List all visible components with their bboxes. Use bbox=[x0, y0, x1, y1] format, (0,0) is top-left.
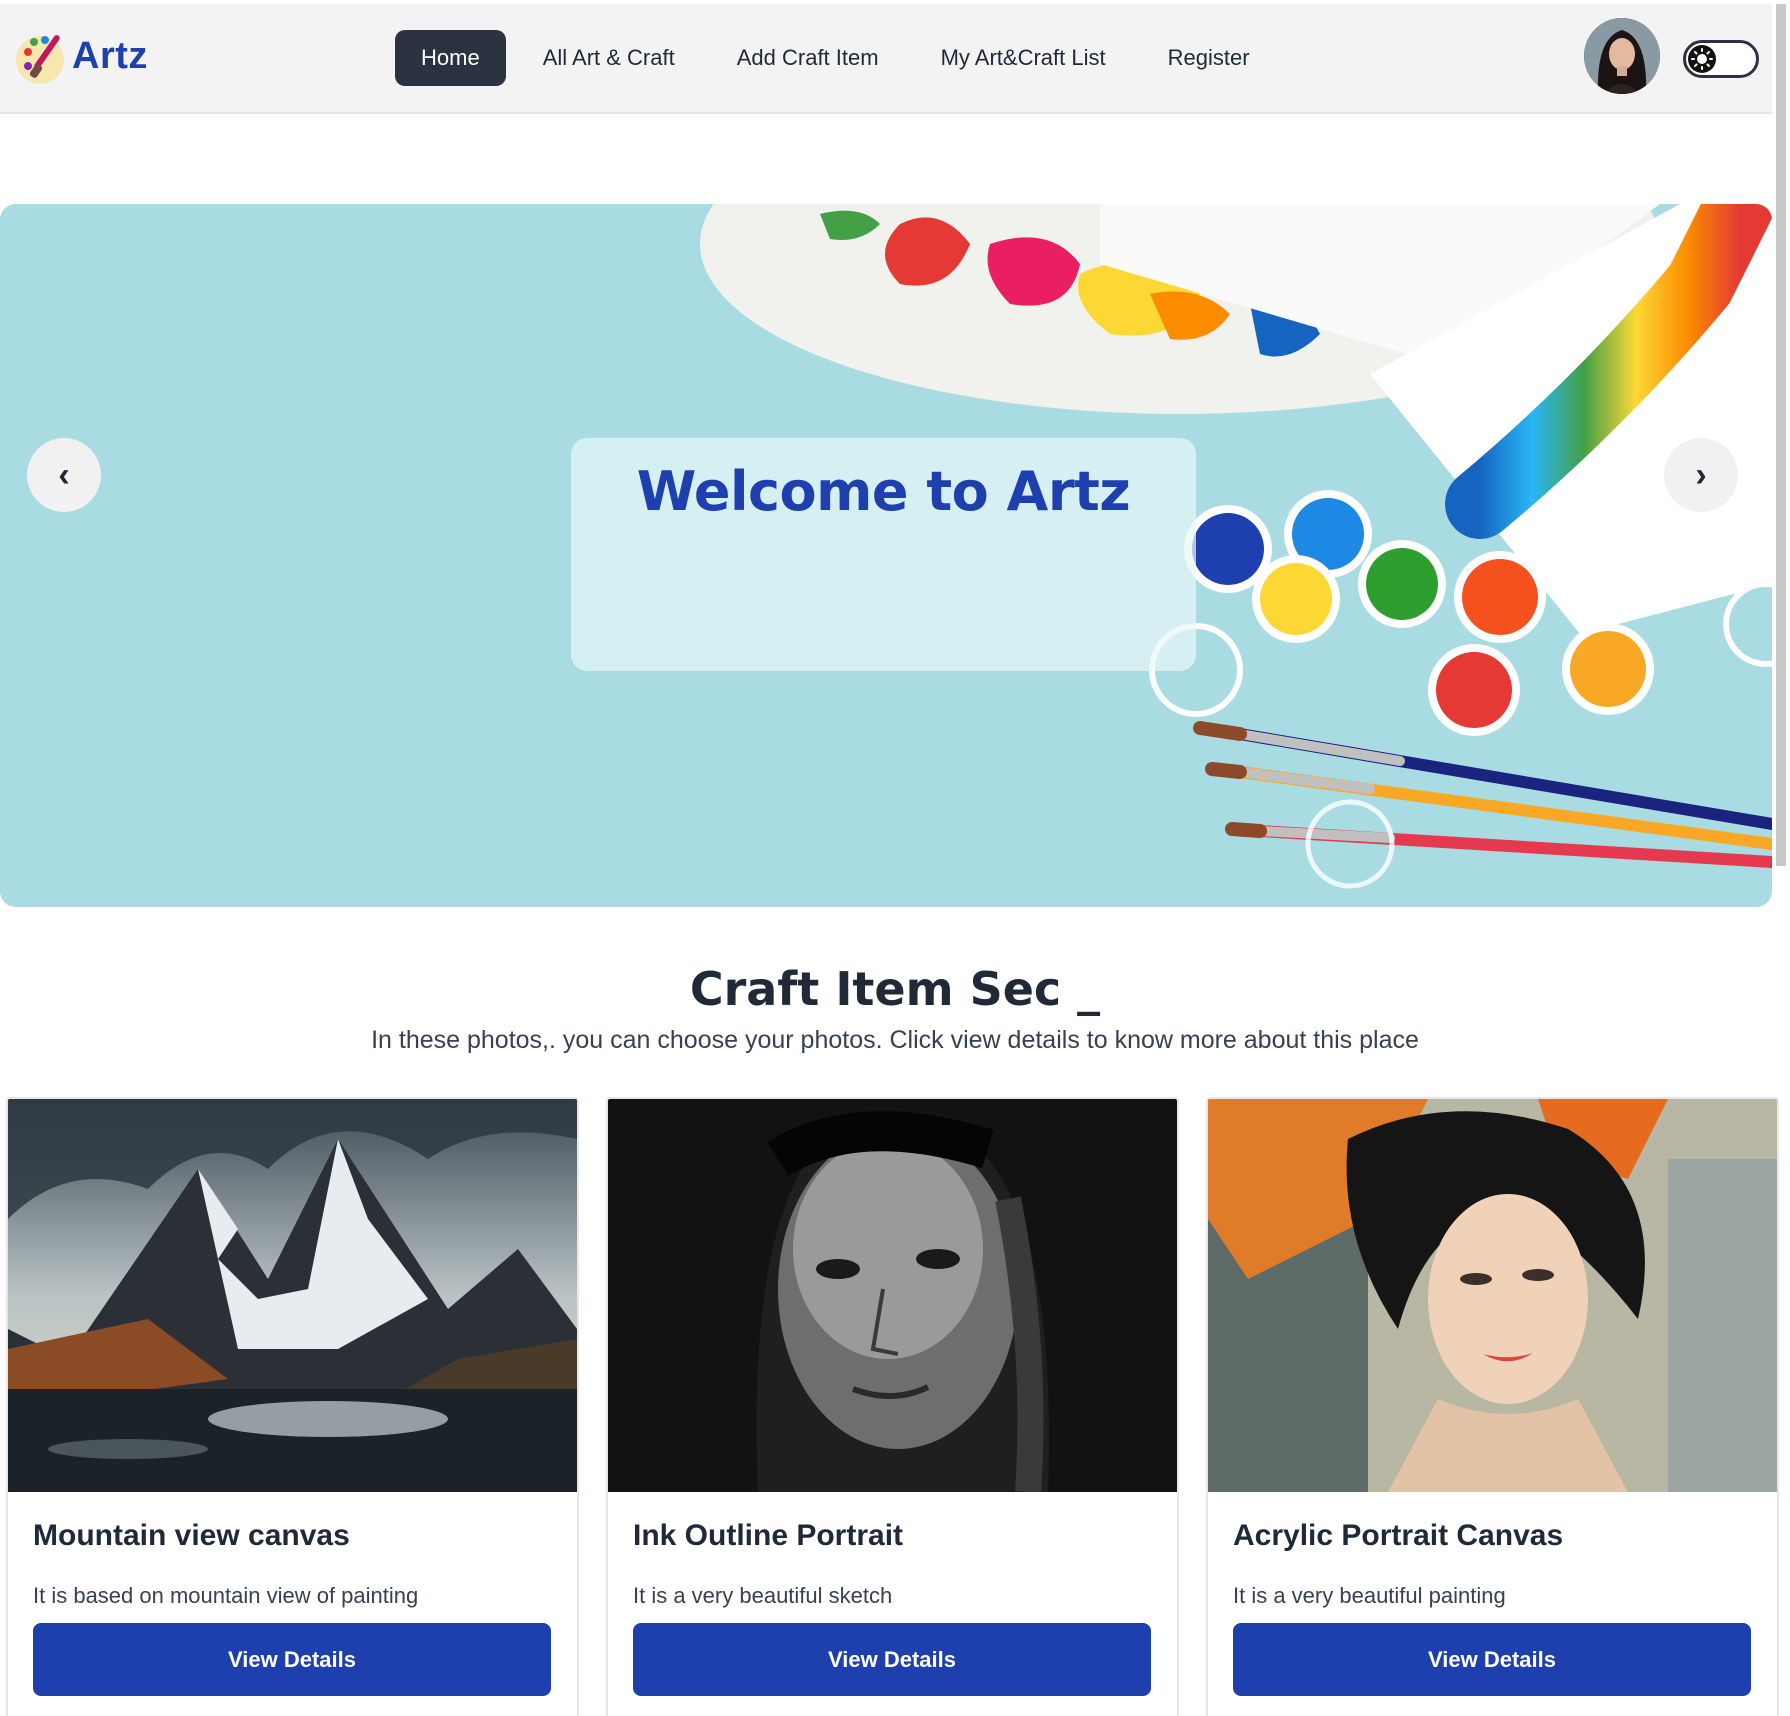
card-title: Ink Outline Portrait bbox=[633, 1519, 904, 1552]
carousel-prev-button[interactable]: ‹ bbox=[27, 438, 101, 512]
main-nav: Home All Art & Craft Add Craft Item My A… bbox=[395, 30, 1281, 86]
user-avatar[interactable] bbox=[1584, 18, 1660, 94]
chevron-left-icon: ‹ bbox=[58, 455, 70, 494]
view-details-button[interactable]: View Details bbox=[1233, 1623, 1751, 1696]
nav-add-craft-item[interactable]: Add Craft Item bbox=[706, 30, 910, 86]
card-title: Acrylic Portrait Canvas bbox=[1233, 1519, 1564, 1552]
section-title: Craft Item Sec _ bbox=[689, 962, 1101, 1016]
section-subtitle: In these photos,. you can choose your ph… bbox=[371, 1026, 1419, 1054]
theme-toggle[interactable] bbox=[1683, 40, 1759, 78]
nav-home[interactable]: Home bbox=[395, 30, 506, 86]
chevron-right-icon: › bbox=[1695, 455, 1707, 494]
top-navbar: Artz Home All Art & Craft Add Craft Item… bbox=[0, 4, 1772, 114]
palette-icon bbox=[16, 35, 64, 84]
card-image-ink-portrait bbox=[608, 1099, 1177, 1492]
brand-name: Artz bbox=[72, 34, 148, 77]
view-details-button[interactable]: View Details bbox=[33, 1623, 551, 1696]
page-scrollbar[interactable] bbox=[1776, 4, 1786, 866]
nav-my-art-craft-list[interactable]: My Art&Craft List bbox=[910, 30, 1137, 86]
carousel-next-button[interactable]: › bbox=[1664, 438, 1738, 512]
avatar-image bbox=[1584, 18, 1660, 94]
hero-carousel: Welcome to Artz ‹ › bbox=[0, 204, 1772, 907]
card-image-acrylic-portrait bbox=[1208, 1099, 1777, 1492]
card-image-mountain bbox=[8, 1099, 577, 1492]
view-details-button[interactable]: View Details bbox=[633, 1623, 1151, 1696]
craft-card: Ink Outline Portrait It is a very beauti… bbox=[606, 1097, 1179, 1716]
craft-card: Acrylic Portrait Canvas It is a very bea… bbox=[1206, 1097, 1779, 1716]
card-description: It is a very beautiful painting bbox=[1233, 1583, 1506, 1608]
sun-icon bbox=[1688, 45, 1716, 73]
card-description: It is a very beautiful sketch bbox=[633, 1583, 893, 1608]
card-description: It is based on mountain view of painting bbox=[33, 1583, 419, 1608]
brand[interactable]: Artz bbox=[14, 24, 148, 88]
nav-all-art-craft[interactable]: All Art & Craft bbox=[512, 30, 706, 86]
nav-register[interactable]: Register bbox=[1137, 30, 1281, 86]
craft-card: Mountain view canvas It is based on moun… bbox=[6, 1097, 579, 1716]
hero-welcome-card: Welcome to Artz bbox=[571, 438, 1196, 671]
card-title: Mountain view canvas bbox=[33, 1519, 350, 1552]
hero-title: Welcome to Artz bbox=[636, 460, 1131, 523]
